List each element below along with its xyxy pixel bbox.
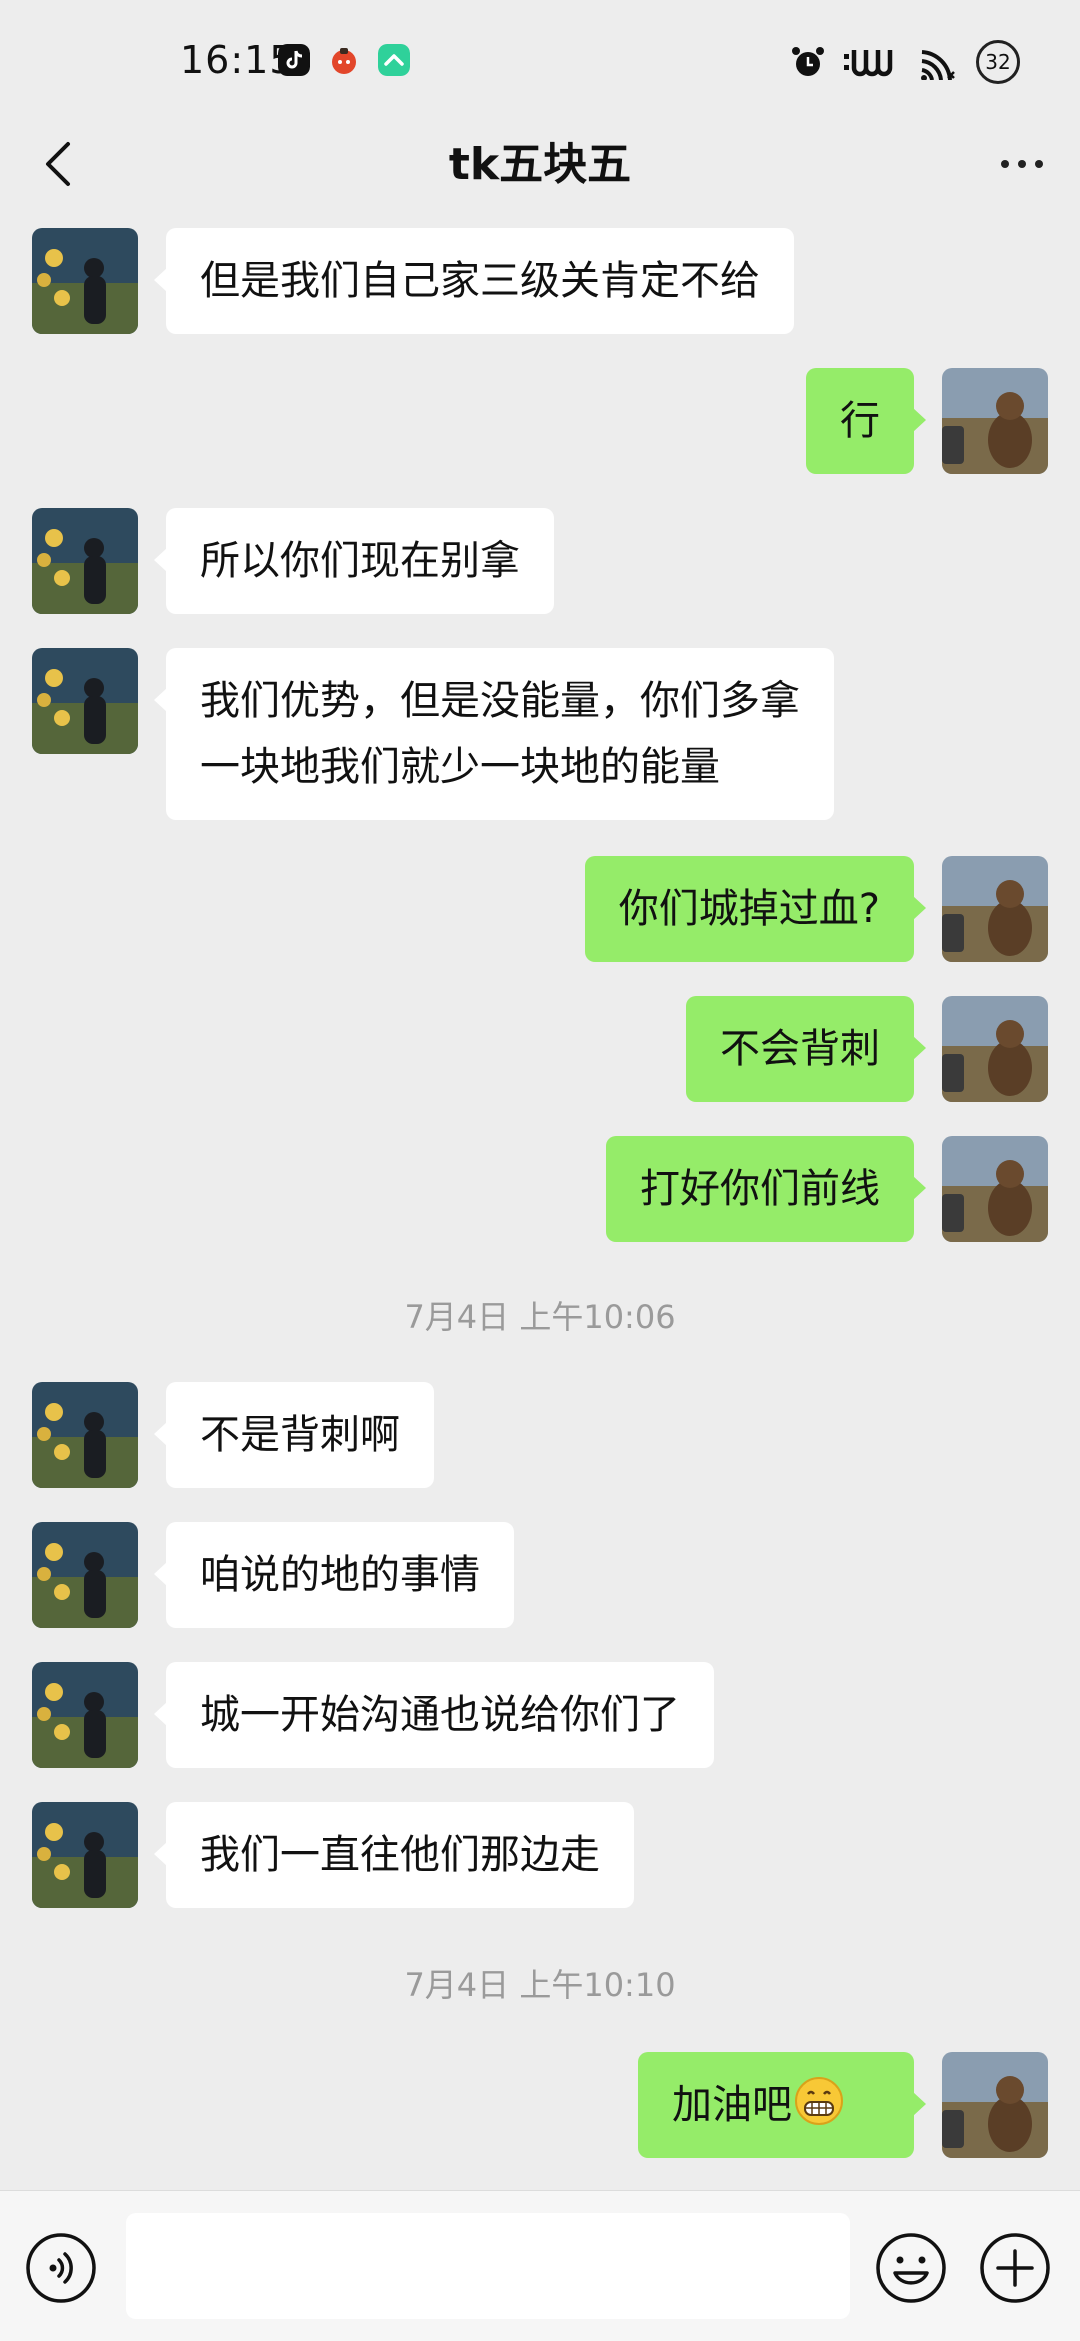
sent-message-bubble[interactable]: 加油吧 bbox=[638, 2052, 926, 2158]
plus-icon[interactable] bbox=[978, 2231, 1052, 2305]
message-timestamp: 7月4日 上午10:10 bbox=[404, 1966, 676, 2004]
voice-icon[interactable] bbox=[24, 2231, 98, 2305]
contact-avatar[interactable] bbox=[32, 228, 138, 334]
received-message-bubble[interactable]: 我们优势，但是没能量，你们多拿 一块地我们就少一块地的能量 bbox=[154, 648, 834, 820]
battery-indicator: 32 bbox=[976, 40, 1020, 84]
sent-message-bubble[interactable]: 打好你们前线 bbox=[606, 1136, 926, 1242]
user-avatar[interactable] bbox=[942, 856, 1048, 962]
received-message-bubble[interactable]: 咱说的地的事情 bbox=[154, 1522, 514, 1628]
contact-avatar[interactable] bbox=[32, 1802, 138, 1908]
contact-avatar[interactable] bbox=[32, 508, 138, 614]
user-avatar[interactable] bbox=[942, 368, 1048, 474]
sent-message-bubble[interactable]: 你们城掉过血? bbox=[584, 856, 927, 962]
received-message-bubble[interactable]: 但是我们自己家三级关肯定不给 bbox=[154, 228, 794, 334]
user-avatar[interactable] bbox=[942, 996, 1048, 1102]
sent-message-bubble[interactable]: 行 bbox=[806, 368, 926, 474]
battery-level: 32 bbox=[985, 50, 1011, 74]
message-line: 一块地我们就少一块地的能量 bbox=[200, 744, 720, 790]
received-message-bubble[interactable]: 不是背刺啊 bbox=[154, 1382, 434, 1488]
chat-header: tk五块五 bbox=[0, 118, 1080, 210]
grinning-emoji-icon bbox=[795, 2077, 843, 2125]
sent-message-bubble[interactable]: 不会背刺 bbox=[686, 996, 926, 1102]
status-indicators: 32 bbox=[790, 38, 1020, 86]
network-signal-icon bbox=[844, 50, 893, 77]
message-timestamp: 7月4日 上午10:06 bbox=[404, 1298, 676, 1336]
user-avatar[interactable] bbox=[942, 2052, 1048, 2158]
chat-title: tk五块五 bbox=[448, 139, 632, 190]
more-dots-icon[interactable] bbox=[990, 132, 1054, 196]
tiktok-app-icon bbox=[278, 44, 310, 76]
alarm-icon bbox=[792, 47, 824, 76]
input-bar bbox=[0, 2190, 1080, 2341]
emoji-icon[interactable] bbox=[874, 2231, 948, 2305]
status-bar: 16:15 32 bbox=[0, 0, 1080, 118]
user-avatar[interactable] bbox=[942, 1136, 1048, 1242]
received-message-bubble[interactable]: 我们一直往他们那边走 bbox=[154, 1802, 634, 1908]
received-message-bubble[interactable]: 城一开始沟通也说给你们了 bbox=[154, 1662, 714, 1768]
received-message-bubble[interactable]: 所以你们现在别拿 bbox=[154, 508, 554, 614]
green-app-icon bbox=[378, 44, 410, 76]
message-text: 加油吧 bbox=[672, 2082, 792, 2128]
message-input[interactable] bbox=[126, 2213, 850, 2319]
contact-avatar[interactable] bbox=[32, 1662, 138, 1768]
contact-avatar[interactable] bbox=[32, 1382, 138, 1488]
contact-avatar[interactable] bbox=[32, 1522, 138, 1628]
message-line: 我们优势，但是没能量，你们多拿 bbox=[200, 678, 800, 724]
wifi-icon bbox=[921, 50, 955, 80]
game-app-icon bbox=[332, 48, 356, 74]
contact-avatar[interactable] bbox=[32, 648, 138, 754]
